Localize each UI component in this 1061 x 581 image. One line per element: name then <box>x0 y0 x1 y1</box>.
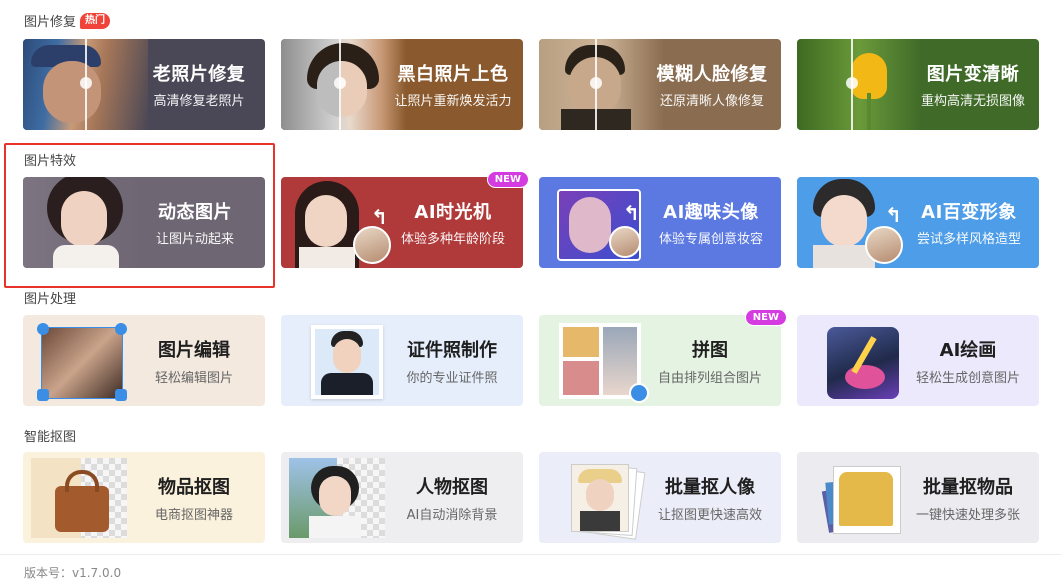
card-title: 动态图片 <box>158 202 232 223</box>
card-subtitle: 高清修复老照片 <box>153 94 245 109</box>
card-dynamic-image[interactable]: 动态图片 让图片动起来 <box>23 177 265 268</box>
new-badge: NEW <box>486 171 529 188</box>
card-subtitle: 还原清晰人像修复 <box>659 94 764 109</box>
card-subtitle: 重构高清无损图像 <box>920 94 1025 109</box>
person-cutout-thumb <box>289 458 385 538</box>
card-batch-portrait-cutout[interactable]: 批量抠人像 让抠图更快速高效 <box>539 452 781 543</box>
card-old-photo-repair[interactable]: 老照片修复 高清修复老照片 <box>23 39 265 130</box>
style-transform-photo: ↰ <box>797 177 909 268</box>
card-ai-time-machine[interactable]: ↰ AI时光机 体验多种年龄阶段 <box>281 177 523 268</box>
card-batch-object-cutout[interactable]: 批量抠物品 一键快速处理多张 <box>797 452 1039 543</box>
card-subtitle: AI自动消除背景 <box>406 507 498 523</box>
card-subtitle: 轻松编辑图片 <box>154 370 233 386</box>
card-title: 物品抠图 <box>158 476 230 498</box>
new-badge: NEW <box>744 309 787 326</box>
card-ai-fun-avatar[interactable]: ↰ AI趣味头像 体验专属创意妆容 <box>539 177 781 268</box>
section-title-effects: 图片特效 <box>24 150 76 169</box>
card-subtitle: 轻松生成创意图片 <box>915 370 1020 386</box>
section-title-cutout: 智能抠图 <box>24 426 76 445</box>
image-edit-thumb <box>37 321 127 401</box>
card-blur-face-repair[interactable]: 模糊人脸修复 还原清晰人像修复 <box>539 39 781 130</box>
card-title: 证件照制作 <box>407 339 497 361</box>
card-ai-style-transform[interactable]: ↰ AI百变形象 尝试多样风格造型 <box>797 177 1039 268</box>
section-title-repair-label: 图片修复 <box>24 15 77 30</box>
enhance-image <box>797 39 922 130</box>
object-cutout-thumb <box>31 458 127 538</box>
time-machine-photo: ↰ <box>281 177 393 268</box>
id-photo-thumb <box>295 321 385 399</box>
card-subtitle: 体验专属创意妆容 <box>658 232 763 247</box>
card-person-cutout[interactable]: 人物抠图 AI自动消除背景 <box>281 452 523 543</box>
card-ai-painting[interactable]: AI绘画 轻松生成创意图片 <box>797 315 1039 406</box>
batch-portrait-thumb <box>553 458 646 540</box>
card-subtitle: 自由排列组合图片 <box>657 370 762 386</box>
card-title: AI趣味头像 <box>663 202 759 223</box>
card-subtitle: 体验多种年龄阶段 <box>400 232 505 247</box>
card-title: 图片变清晰 <box>926 64 1020 85</box>
card-title: AI时光机 <box>414 202 492 223</box>
card-subtitle: 电商抠图神器 <box>154 507 233 523</box>
section-title-cutout-label: 智能抠图 <box>24 430 77 445</box>
card-title: 老照片修复 <box>152 64 246 85</box>
section-title-process-label: 图片处理 <box>24 292 77 307</box>
effects-row: 动态图片 让图片动起来 NEW ↰ AI时光机 体验多种年龄阶段 ↰ AI趣味头… <box>23 171 1039 268</box>
card-wrap-time-machine: NEW ↰ AI时光机 体验多种年龄阶段 <box>281 171 529 268</box>
card-title: 黑白照片上色 <box>397 64 509 85</box>
section-title-process: 图片处理 <box>24 288 76 307</box>
card-title: 人物抠图 <box>416 476 488 498</box>
section-title-repair: 图片修复 热门 <box>24 11 111 30</box>
arrow-icon: ↰ <box>623 201 640 225</box>
process-row: 图片编辑 轻松编辑图片 证件照制作 你的专业证件照 NEW 拼图 自由排列组合图… <box>23 309 1039 406</box>
ai-painting-thumb <box>811 321 901 399</box>
card-subtitle: 你的专业证件照 <box>406 370 498 386</box>
card-title: 图片编辑 <box>158 339 230 361</box>
card-wrap-collage: NEW 拼图 自由排列组合图片 <box>539 309 787 406</box>
card-subtitle: 让抠图更快速高效 <box>657 507 762 523</box>
footer-divider <box>0 554 1061 555</box>
repair-row: 老照片修复 高清修复老照片 黑白照片上色 让照片重新焕发活力 模糊人脸修复 还原… <box>23 39 1039 130</box>
card-colorize-photo[interactable]: 黑白照片上色 让照片重新焕发活力 <box>281 39 523 130</box>
card-title: AI百变形象 <box>921 202 1017 223</box>
card-title: 拼图 <box>692 339 728 361</box>
collage-thumb <box>553 321 649 403</box>
version-label: 版本号：v1.7.0.0 <box>24 566 122 580</box>
card-image-edit[interactable]: 图片编辑 轻松编辑图片 <box>23 315 265 406</box>
hot-badge: 热门 <box>80 12 111 29</box>
card-subtitle: 让照片重新焕发活力 <box>394 94 512 109</box>
card-collage[interactable]: 拼图 自由排列组合图片 <box>539 315 781 406</box>
card-image-enhance[interactable]: 图片变清晰 重构高清无损图像 <box>797 39 1039 130</box>
card-title: 批量抠物品 <box>923 476 1013 498</box>
card-title: AI绘画 <box>939 339 997 361</box>
card-object-cutout[interactable]: 物品抠图 电商抠图神器 <box>23 452 265 543</box>
card-subtitle: 一键快速处理多张 <box>915 507 1020 523</box>
card-title: 批量抠人像 <box>665 476 755 498</box>
fun-avatar-photo: ↰ <box>539 177 649 268</box>
section-title-effects-label: 图片特效 <box>24 154 77 169</box>
card-subtitle: 让图片动起来 <box>155 232 234 247</box>
batch-object-thumb <box>811 458 901 536</box>
card-title: 模糊人脸修复 <box>656 64 768 85</box>
card-id-photo[interactable]: 证件照制作 你的专业证件照 <box>281 315 523 406</box>
cutout-row: 物品抠图 电商抠图神器 人物抠图 AI自动消除背景 批量抠人像 让抠图更快速高效… <box>23 452 1039 543</box>
card-subtitle: 尝试多样风格造型 <box>916 232 1021 247</box>
old-photo-image <box>23 39 148 130</box>
